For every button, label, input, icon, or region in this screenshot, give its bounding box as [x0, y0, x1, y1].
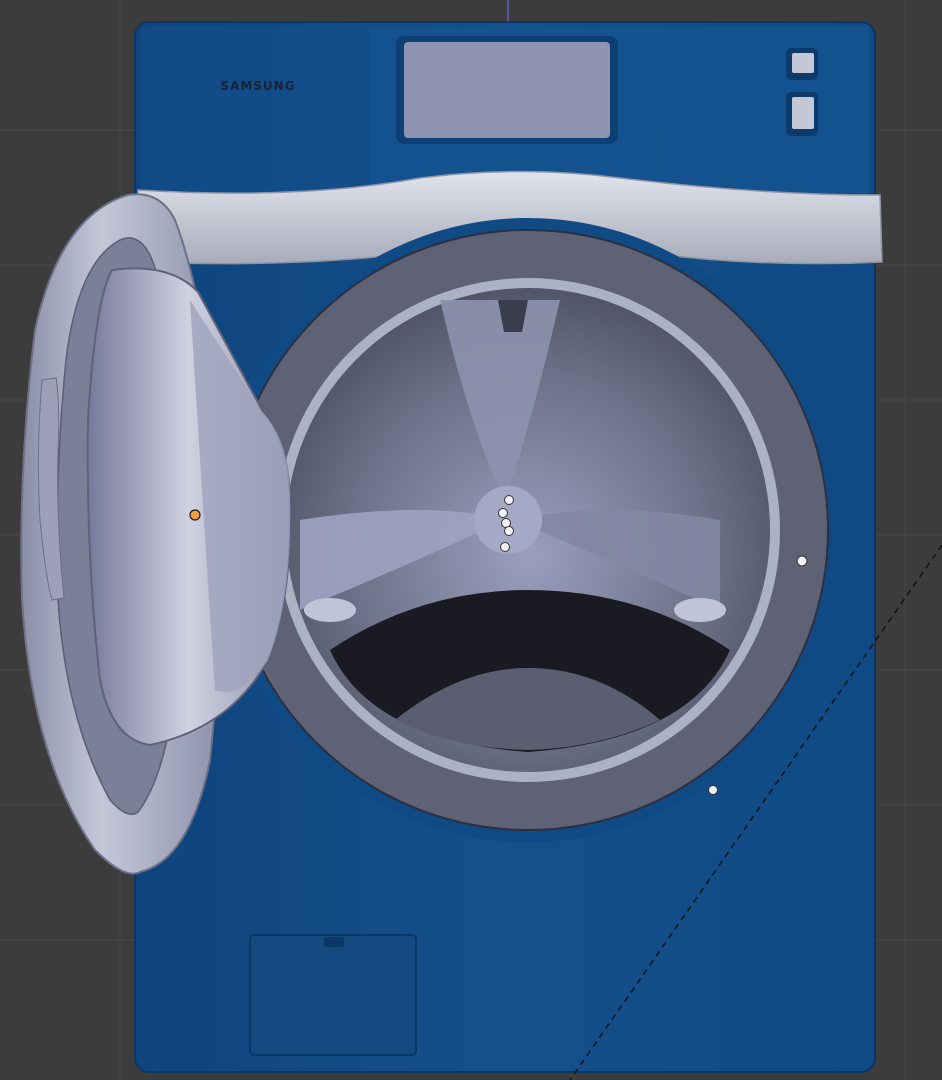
filter-cover-panel[interactable] — [249, 934, 417, 1056]
button-top[interactable] — [792, 53, 814, 73]
white-vertex-point-icon[interactable] — [504, 495, 514, 505]
orange-origin-point-icon[interactable] — [189, 509, 201, 521]
white-vertex-point-icon[interactable] — [708, 785, 718, 795]
white-vertex-point-icon[interactable] — [498, 508, 508, 518]
white-vertex-point-icon[interactable] — [504, 526, 514, 536]
3d-viewport[interactable]: SAMSUNG — [0, 0, 942, 1080]
viewport-canvas[interactable]: SAMSUNG — [0, 0, 942, 1080]
button-bottom[interactable] — [792, 97, 814, 129]
control-display[interactable] — [396, 36, 618, 144]
white-vertex-point-icon[interactable] — [500, 542, 510, 552]
white-vertex-point-icon[interactable] — [796, 555, 808, 567]
drum-interior[interactable] — [286, 288, 770, 772]
brand-label: SAMSUNG — [220, 79, 295, 93]
